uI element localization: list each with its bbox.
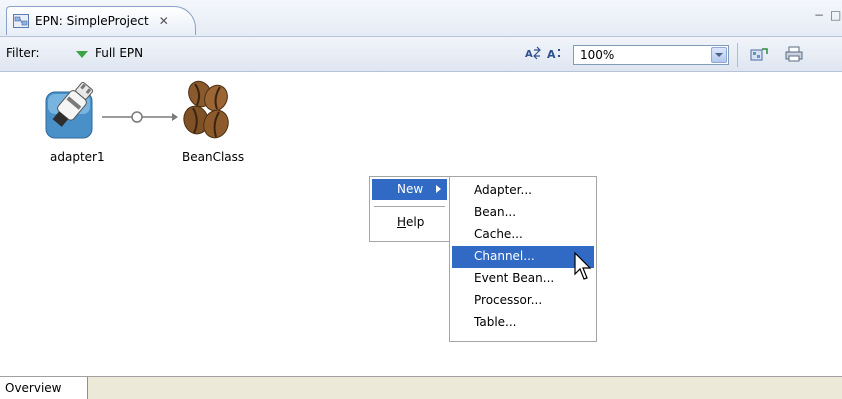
context-menu: New Help	[369, 176, 450, 242]
submenu-item-label: Adapter...	[474, 183, 532, 197]
submenu-item-adapter[interactable]: Adapter...	[452, 180, 594, 202]
filter-dropdown-icon[interactable]	[76, 51, 88, 58]
adapter-plug-icon	[45, 82, 94, 139]
node-label: BeanClass	[182, 150, 245, 164]
tab-label: Overview	[5, 381, 62, 395]
submenu-item-label: Bean...	[474, 205, 517, 219]
editor-tab-bar: EPN: SimpleProject ✕ − □	[0, 0, 842, 37]
toolbar-divider	[737, 43, 738, 67]
submenu-item-bean[interactable]: Bean...	[452, 202, 594, 224]
export-icon[interactable]	[750, 46, 768, 62]
menu-item-label: Help	[397, 215, 425, 229]
bean-node[interactable]	[180, 80, 232, 145]
svg-text:A: A	[547, 48, 556, 60]
adapter-node[interactable]	[44, 82, 94, 145]
chevron-down-icon[interactable]	[711, 47, 727, 63]
menu-item-help[interactable]: Help	[372, 212, 447, 233]
tab-overview[interactable]: Overview	[0, 377, 88, 399]
menu-item-label: New	[397, 182, 424, 196]
submenu-item-label: Channel...	[474, 249, 535, 263]
submenu-item-label: Table...	[474, 315, 517, 329]
submenu-item-event-bean[interactable]: Event Bean...	[452, 268, 594, 290]
submenu-item-channel[interactable]: Channel...	[452, 246, 594, 268]
submenu-item-label: Processor...	[474, 293, 543, 307]
close-icon[interactable]: ✕	[159, 14, 169, 28]
tab-title: EPN: SimpleProject	[35, 14, 149, 28]
maximize-icon[interactable]: □	[830, 8, 841, 22]
svg-text:A: A	[525, 49, 533, 60]
mouse-cursor-icon	[574, 252, 592, 280]
menu-item-new[interactable]: New	[372, 179, 447, 200]
submenu-item-processor[interactable]: Processor...	[452, 290, 594, 312]
minimize-icon[interactable]: −	[814, 8, 824, 22]
font-icon[interactable]: A	[547, 46, 565, 60]
node-label: adapter1	[50, 150, 105, 164]
mnemonic-letter: H	[397, 215, 407, 229]
editor-tab[interactable]: EPN: SimpleProject ✕	[6, 6, 196, 35]
submenu-item-table[interactable]: Table...	[452, 312, 594, 334]
epn-editor-icon	[13, 14, 29, 28]
channel-connector[interactable]	[100, 110, 180, 124]
print-icon[interactable]	[785, 46, 803, 62]
submenu-item-label: Cache...	[474, 227, 523, 241]
zoom-combo[interactable]: 100%	[573, 45, 729, 65]
submenu-item-cache[interactable]: Cache...	[452, 224, 594, 246]
menu-separator	[374, 206, 445, 207]
filter-label: Filter:	[6, 46, 40, 60]
submenu-arrow-icon	[436, 185, 441, 193]
zoom-value: 100%	[580, 48, 615, 62]
coffee-bean-icon	[183, 80, 229, 139]
layout-icon[interactable]: A	[525, 46, 541, 60]
filter-value[interactable]: Full EPN	[95, 46, 143, 60]
epn-toolbar: Filter: Full EPN A A 100%	[0, 37, 842, 72]
editor-bottom-tabs: Overview	[0, 376, 842, 399]
submenu-item-label: Event Bean...	[474, 271, 555, 285]
